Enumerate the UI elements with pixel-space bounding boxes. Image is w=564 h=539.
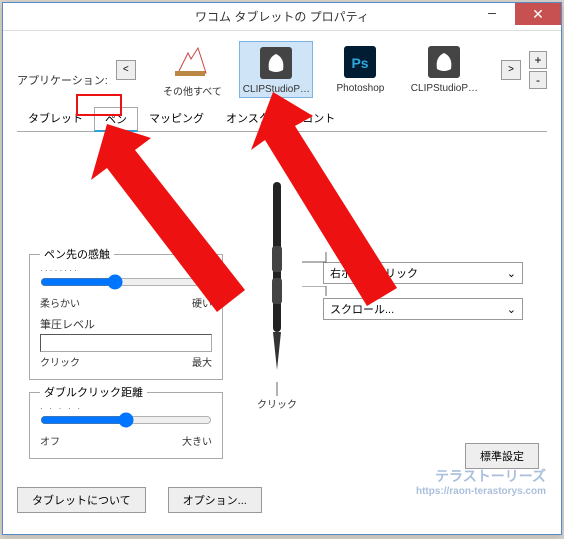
large-label: 大きい: [182, 433, 212, 448]
pressure-labels: クリック 最大: [40, 354, 212, 369]
app-clipstudio[interactable]: CLIPStudioP…: [239, 41, 313, 98]
app-all[interactable]: その他すべて: [155, 41, 229, 98]
application-row: アプリケーション: < その他すべて CLIPStudioP…: [17, 41, 547, 98]
drop-label: 右ボタンクリック: [330, 265, 418, 281]
defaults-button[interactable]: 標準設定: [465, 443, 539, 469]
application-label: アプリケーション:: [17, 52, 108, 88]
footer: タブレットについて オプション...: [3, 479, 561, 521]
tip-feel-labels: 柔らかい 硬い: [40, 295, 212, 310]
app-add-remove: + -: [529, 51, 547, 89]
right-column: 右ボタンクリック ⌄ スクロール... ⌄: [323, 142, 543, 463]
left-column: ペン先の感触 · · · · · · · · 柔らかい 硬い 筆圧レベル クリッ…: [21, 142, 231, 463]
pressure-bar: [40, 334, 212, 352]
content: アプリケーション: < その他すべて CLIPStudioP…: [3, 31, 561, 479]
connector-line: [302, 252, 342, 272]
all-apps-icon: [173, 43, 211, 81]
tab-onscreen[interactable]: オンスクリーンコント: [215, 106, 346, 131]
app-next-button[interactable]: >: [501, 60, 521, 80]
tab-pen[interactable]: ペン: [94, 107, 138, 132]
pen-illustration: [257, 182, 297, 382]
remove-app-button[interactable]: -: [529, 71, 547, 89]
add-app-button[interactable]: +: [529, 51, 547, 69]
app-label: Photoshop: [337, 83, 385, 94]
titlebar: ワコム タブレットの プロパティ ─ ✕: [3, 3, 561, 31]
clipstudio-icon: [257, 44, 295, 82]
applications-list: その他すべて CLIPStudioP… Ps Photoshop: [144, 41, 493, 98]
tab-mapping[interactable]: マッピング: [138, 106, 215, 131]
tip-feel-slider[interactable]: [40, 274, 212, 290]
max-label: 最大: [192, 354, 212, 369]
main-panel: ペン先の感触 · · · · · · · · 柔らかい 硬い 筆圧レベル クリッ…: [17, 132, 547, 473]
doubleclick-group: ダブルクリック距離 · · · · · オフ 大きい: [29, 384, 223, 459]
about-button[interactable]: タブレットについて: [17, 487, 146, 513]
minimize-button[interactable]: ─: [469, 3, 515, 25]
tip-click-label: クリック: [257, 396, 297, 411]
lower-button-dropdown[interactable]: スクロール... ⌄: [323, 298, 523, 320]
firm-label: 硬い: [192, 295, 212, 310]
doubleclick-title: ダブルクリック距離: [40, 384, 147, 400]
pressure-label: 筆圧レベル: [40, 316, 212, 332]
app-label: その他すべて: [163, 83, 222, 98]
soft-label: 柔らかい: [40, 295, 80, 310]
doubleclick-labels: オフ 大きい: [40, 433, 212, 448]
app-label: CLIPStudioP…: [243, 84, 310, 95]
window-title: ワコム タブレットの プロパティ: [195, 8, 369, 25]
app-prev-button[interactable]: <: [116, 60, 136, 80]
svg-text:Ps: Ps: [352, 55, 369, 71]
chevron-down-icon: ⌄: [507, 267, 516, 280]
options-button[interactable]: オプション...: [168, 487, 262, 513]
tip-feel-title: ペン先の感触: [40, 246, 114, 262]
app-label: CLIPStudioP…: [411, 83, 478, 94]
clipstudio-icon: [425, 43, 463, 81]
doubleclick-slider[interactable]: [40, 412, 212, 428]
click-label: クリック: [40, 354, 80, 369]
close-button[interactable]: ✕: [515, 3, 561, 25]
photoshop-icon: Ps: [341, 43, 379, 81]
connector-line: [302, 286, 342, 306]
off-label: オフ: [40, 433, 60, 448]
app-photoshop[interactable]: Ps Photoshop: [323, 41, 397, 98]
chevron-down-icon: ⌄: [507, 303, 516, 316]
window: ワコム タブレットの プロパティ ─ ✕ アプリケーション: < その他すべて: [2, 2, 562, 535]
tip-feel-group: ペン先の感触 · · · · · · · · 柔らかい 硬い 筆圧レベル クリッ…: [29, 246, 223, 380]
tip-connector: [276, 382, 278, 396]
window-buttons: ─ ✕: [469, 3, 561, 25]
tab-tablet[interactable]: タブレット: [17, 106, 94, 131]
tabs: タブレット ペン マッピング オンスクリーンコント: [17, 106, 547, 132]
app-clipstudio2[interactable]: CLIPStudioP…: [407, 41, 481, 98]
upper-button-dropdown[interactable]: 右ボタンクリック ⌄: [323, 262, 523, 284]
